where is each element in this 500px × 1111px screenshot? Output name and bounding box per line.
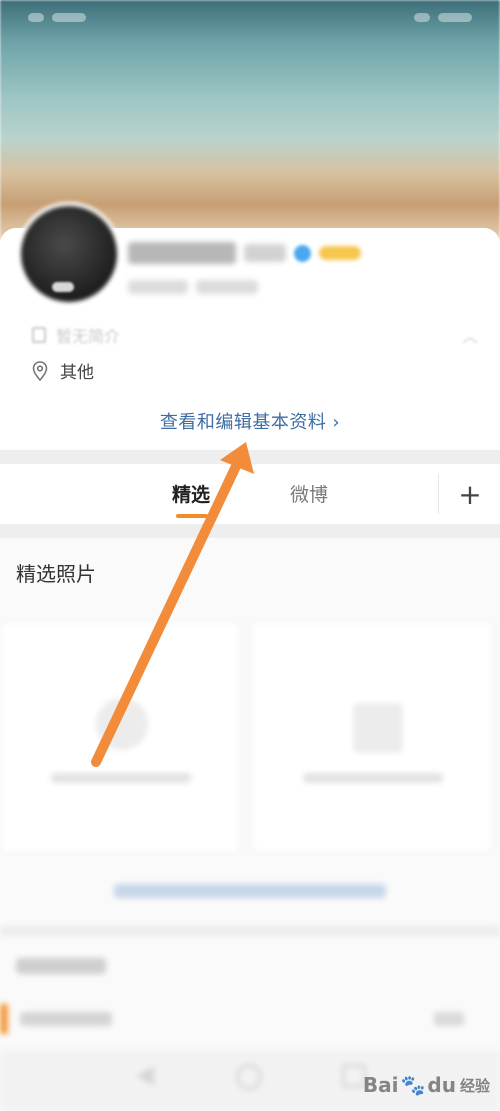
- section-title: 精选照片: [16, 562, 96, 586]
- watermark-du: du: [427, 1073, 456, 1097]
- signal-icon: [28, 12, 44, 22]
- profile-card: 暂无简介 ︿ 其他 查看和编辑基本资料 ›: [0, 202, 500, 450]
- intro-text: 暂无简介: [56, 327, 121, 346]
- placeholder-text-blurred: [51, 773, 191, 783]
- section-heading-blurred: [16, 958, 106, 974]
- featured-content: 精选照片: [0, 538, 500, 1111]
- wifi-icon: [414, 12, 430, 22]
- location-pin-icon: [32, 360, 48, 381]
- section-divider: [0, 450, 500, 464]
- tab-weibo[interactable]: 微博: [290, 480, 328, 507]
- profile-tabs: 精选 微博 +: [0, 464, 500, 524]
- vip-badge[interactable]: [319, 246, 361, 260]
- status-bar: [0, 0, 500, 34]
- status-bar-right: [414, 12, 472, 22]
- verified-icon: [294, 244, 311, 262]
- watermark-jingyan: 经验: [459, 1076, 490, 1095]
- edit-profile-link[interactable]: 查看和编辑基本资料 ›: [0, 408, 500, 434]
- add-tab-button[interactable]: +: [446, 470, 494, 518]
- status-bar-left: [28, 12, 86, 22]
- home-icon[interactable]: [236, 1064, 262, 1090]
- watermark-bai: Bai: [362, 1073, 399, 1097]
- chevron-right-icon: ›: [332, 412, 341, 433]
- photo-placeholder-card[interactable]: [252, 622, 492, 852]
- section-divider: [0, 524, 500, 538]
- intro-left: 暂无简介: [32, 323, 120, 347]
- paw-icon: 🐾: [400, 1073, 426, 1097]
- status-text-blurred: [52, 12, 86, 22]
- image-icon: [353, 703, 403, 753]
- photo-link-blurred[interactable]: [114, 884, 386, 898]
- stat-blurred-2: [196, 280, 258, 294]
- orange-tag: [0, 1004, 8, 1034]
- location-text: 其他: [60, 363, 94, 383]
- tab-divider: [438, 474, 439, 514]
- section-divider: [0, 926, 500, 936]
- placeholder-text-blurred: [303, 773, 443, 783]
- back-icon[interactable]: [136, 1066, 154, 1086]
- list-item-blurred[interactable]: [20, 1012, 112, 1026]
- profile-stats-row: [128, 280, 258, 294]
- user-id-blurred: [244, 244, 286, 262]
- camera-icon: [96, 698, 148, 750]
- stat-blurred-1: [128, 280, 188, 294]
- location-row: 其他: [32, 358, 94, 383]
- active-tab-indicator: [176, 514, 208, 518]
- baidu-jingyan-watermark: Bai 🐾 du 经验: [363, 1073, 490, 1097]
- chevron-up-icon[interactable]: ︿: [462, 323, 478, 347]
- avatar-badge: [52, 282, 74, 292]
- battery-icon: [438, 12, 472, 22]
- tab-featured[interactable]: 精选: [172, 480, 210, 507]
- photo-placeholder-card[interactable]: [0, 622, 240, 852]
- intro-row[interactable]: 暂无简介 ︿: [32, 324, 478, 346]
- blurred-content: [0, 608, 500, 1111]
- edit-profile-label: 查看和编辑基本资料: [159, 412, 327, 433]
- profile-name-row: [128, 242, 361, 264]
- user-name-blurred: [128, 242, 236, 264]
- document-icon: [32, 327, 46, 343]
- list-item-value-blurred: [434, 1012, 464, 1026]
